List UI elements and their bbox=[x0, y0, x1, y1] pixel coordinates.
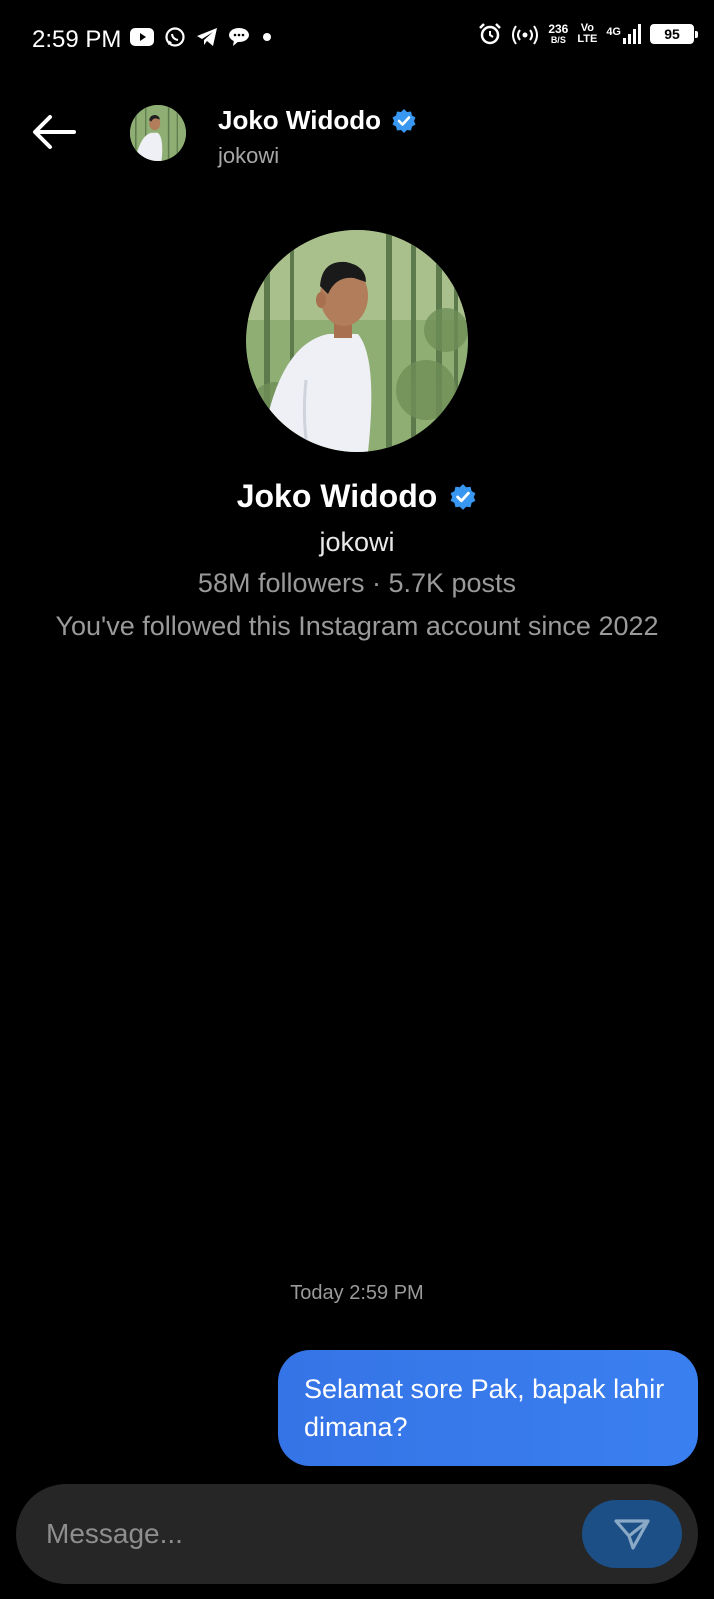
back-button[interactable] bbox=[30, 112, 78, 152]
send-icon bbox=[614, 1519, 650, 1550]
profile-username: jokowi bbox=[319, 527, 395, 557]
profile-stats: 58M followers · 5.7K posts bbox=[197, 568, 517, 598]
chat-header: Joko Widodo jokowi bbox=[0, 95, 714, 175]
message-input[interactable] bbox=[44, 1510, 528, 1558]
signal-indicator: 4G bbox=[606, 24, 641, 44]
signal-bars-icon bbox=[623, 24, 641, 44]
alarm-icon bbox=[479, 23, 502, 45]
verified-badge-icon bbox=[450, 483, 476, 510]
whatsapp-icon bbox=[165, 27, 185, 47]
profile-summary: Joko Widodo jokowi 58M followers · 5.7K … bbox=[0, 230, 714, 645]
profile-name: Joko Widodo bbox=[236, 478, 438, 514]
send-button[interactable] bbox=[582, 1500, 682, 1568]
header-name-row: Joko Widodo bbox=[218, 105, 417, 136]
header-username: jokowi bbox=[218, 143, 280, 168]
profile-avatar[interactable] bbox=[246, 230, 468, 452]
status-time: 2:59 PM bbox=[32, 26, 122, 53]
message-timestamp: Today 2:59 PM bbox=[290, 1282, 424, 1304]
telegram-icon bbox=[197, 28, 217, 46]
arrow-left-icon bbox=[33, 115, 76, 149]
profile-photo bbox=[130, 105, 186, 161]
message-composer bbox=[16, 1484, 698, 1584]
profile-name-row: Joko Widodo bbox=[0, 478, 714, 515]
chat-bubble-icon bbox=[229, 28, 249, 46]
dot-icon bbox=[263, 33, 271, 41]
verified-badge-icon bbox=[392, 108, 416, 133]
battery-indicator: 95 bbox=[650, 24, 698, 44]
volte-indicator: Vo LTE bbox=[577, 22, 598, 45]
system-icons: 236 B/S Vo LTE 4G 95 bbox=[478, 22, 698, 46]
header-avatar[interactable] bbox=[130, 105, 186, 161]
hotspot-icon bbox=[512, 25, 539, 45]
status-bar: 2:59 PM 236 B/S Vo LTE 4G 95 bbox=[0, 0, 714, 80]
network-speed: 236 B/S bbox=[548, 22, 569, 45]
follow-note: You've followed this Instagram account s… bbox=[55, 611, 659, 641]
profile-photo-large bbox=[246, 230, 468, 452]
header-name: Joko Widodo bbox=[218, 105, 381, 135]
youtube-icon bbox=[130, 28, 154, 46]
sent-message-bubble[interactable]: Selamat sore Pak, bapak lahir dimana? bbox=[278, 1350, 698, 1466]
notification-icons bbox=[130, 26, 274, 48]
